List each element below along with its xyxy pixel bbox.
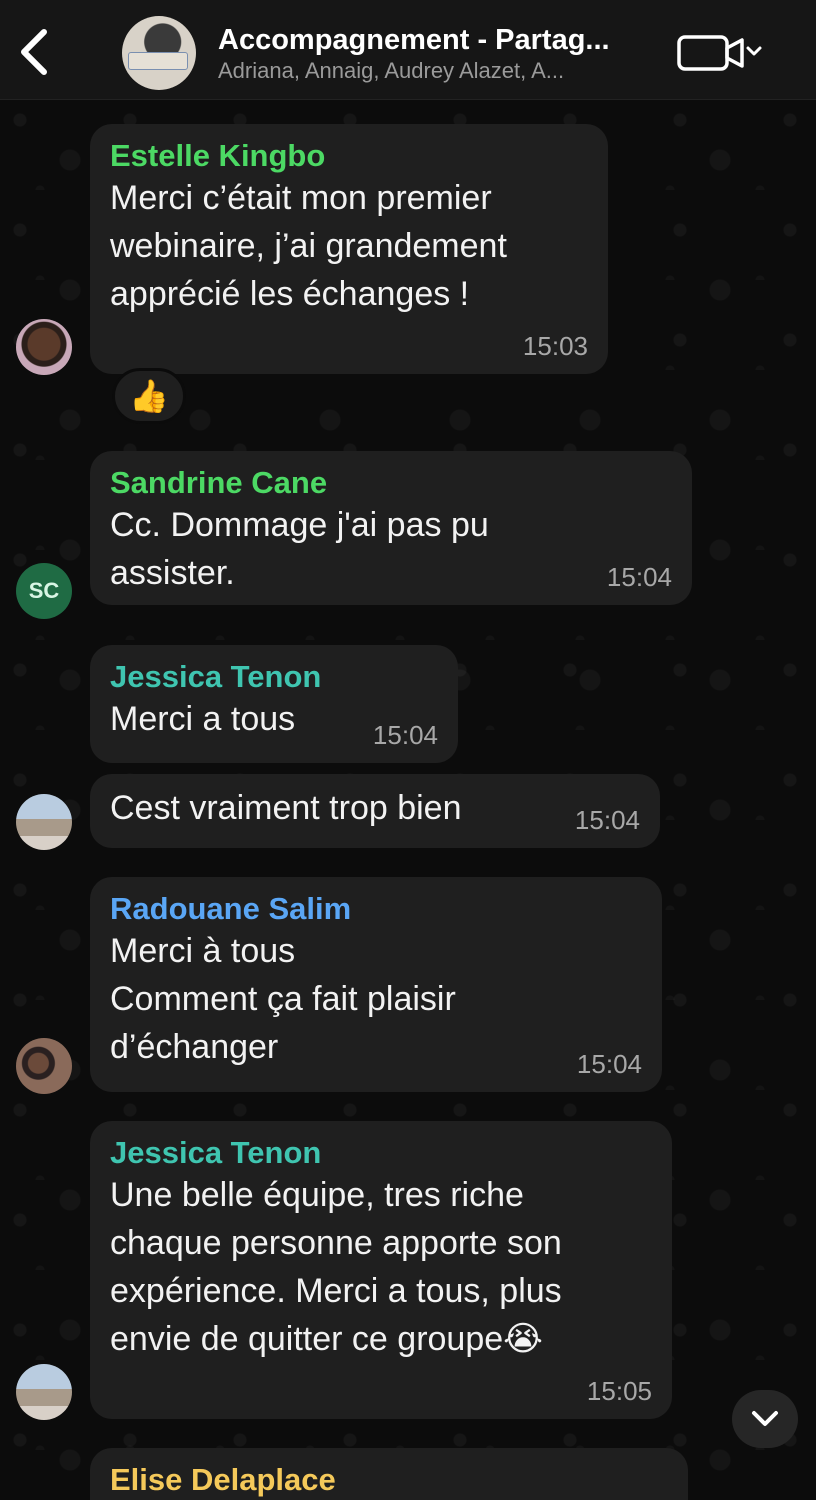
message-time: 15:03 bbox=[522, 331, 588, 361]
chevron-left-icon bbox=[21, 29, 47, 75]
sender-name[interactable]: Radouane Salim bbox=[110, 891, 642, 927]
group-avatar[interactable] bbox=[122, 16, 196, 90]
back-button[interactable] bbox=[14, 26, 58, 78]
chevron-down-icon bbox=[752, 1411, 778, 1426]
message-text-line: d’échanger bbox=[110, 1028, 279, 1066]
sender-name[interactable]: Elise Delaplace bbox=[110, 1462, 668, 1498]
message-time: 15:04 bbox=[574, 805, 640, 835]
sender-name[interactable]: Sandrine Cane bbox=[110, 465, 672, 501]
video-call-icon bbox=[677, 35, 762, 71]
message-time: 15:04 bbox=[372, 720, 438, 750]
avatar-jessica-tenon[interactable] bbox=[16, 794, 72, 850]
message-time: 15:04 bbox=[606, 562, 672, 592]
avatar-sandrine-cane[interactable]: SC bbox=[16, 563, 72, 619]
message-bubble[interactable]: Jessica Tenon Merci a tous 15:04 bbox=[90, 645, 458, 763]
sender-name[interactable]: Estelle Kingbo bbox=[110, 138, 588, 174]
message-text-line: Une belle équipe, tres riche bbox=[110, 1176, 524, 1214]
message-time: 15:05 bbox=[586, 1376, 652, 1406]
avatar-jessica-tenon[interactable] bbox=[16, 1364, 72, 1420]
message-text-line: Cest vraiment trop bien bbox=[110, 789, 462, 827]
message-bubble[interactable]: Elise Delaplace bbox=[90, 1448, 688, 1500]
scroll-to-bottom-button[interactable] bbox=[732, 1390, 798, 1448]
sender-name[interactable]: Jessica Tenon bbox=[110, 1135, 652, 1171]
message-bubble[interactable]: Cest vraiment trop bien 15:04 bbox=[90, 774, 660, 848]
message-bubble[interactable]: Estelle Kingbo Merci c’était mon premier… bbox=[90, 124, 608, 374]
message-bubble[interactable]: Radouane Salim Merci à tous Comment ça f… bbox=[90, 877, 662, 1092]
reaction-thumbs-up[interactable]: 👍 bbox=[112, 368, 186, 424]
message-text-line: expérience. Merci a tous, plus bbox=[110, 1272, 562, 1310]
video-call-button[interactable] bbox=[676, 32, 764, 74]
message-text-line: apprécié les échanges ! bbox=[110, 275, 470, 313]
message-text-line: envie de quitter ce groupe😭 bbox=[110, 1320, 543, 1358]
group-members[interactable]: Adriana, Annaig, Audrey Alazet, A... bbox=[218, 58, 648, 84]
message-bubble[interactable]: Jessica Tenon Une belle équipe, tres ric… bbox=[90, 1121, 672, 1419]
avatar-estelle-kingbo[interactable] bbox=[16, 319, 72, 375]
message-bubble[interactable]: Sandrine Cane Cc. Dommage j'ai pas pu as… bbox=[90, 451, 692, 605]
group-avatar-badge bbox=[128, 52, 188, 70]
avatar-radouane-salim[interactable] bbox=[16, 1038, 72, 1094]
message-text-line: assister. bbox=[110, 554, 235, 592]
message-text-line: Merci c’était mon premier bbox=[110, 179, 492, 217]
sender-name[interactable]: Jessica Tenon bbox=[110, 659, 438, 695]
message-time: 15:04 bbox=[576, 1049, 642, 1079]
message-text-line: Merci à tous bbox=[110, 932, 296, 970]
message-text-line: Cc. Dommage j'ai pas pu bbox=[110, 506, 489, 544]
group-title[interactable]: Accompagnement - Partag... bbox=[218, 24, 648, 57]
message-text-line: chaque personne apporte son bbox=[110, 1224, 562, 1262]
message-text-line: Comment ça fait plaisir bbox=[110, 980, 456, 1018]
message-text-line: webinaire, j’ai grandement bbox=[110, 227, 507, 265]
chat-header: Accompagnement - Partag... Adriana, Anna… bbox=[0, 0, 816, 100]
